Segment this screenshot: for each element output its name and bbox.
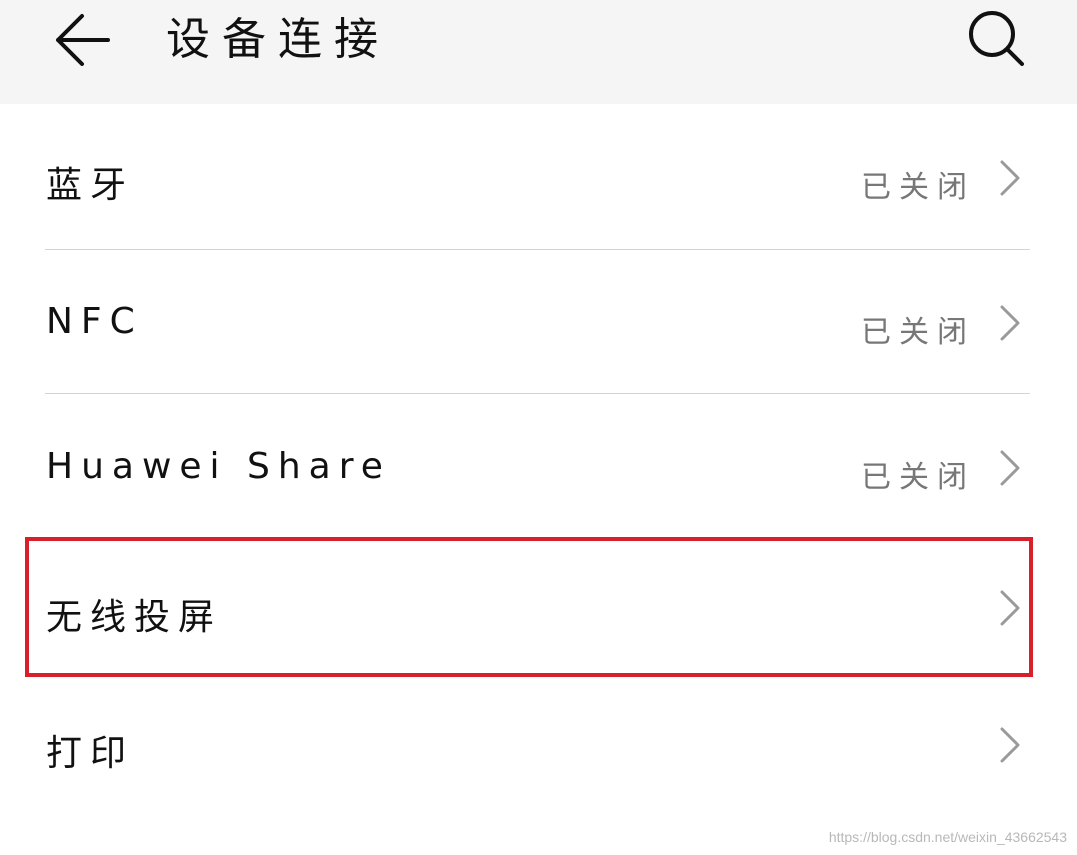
- list-item-status: 已关闭: [861, 460, 975, 495]
- list-item-label: 无线投屏: [46, 597, 223, 638]
- chevron-right-icon: [1000, 450, 1020, 486]
- list-item-label: NFC: [46, 301, 143, 342]
- page-title: 设备连接: [166, 14, 390, 65]
- list-item-label: 打印: [46, 733, 135, 774]
- search-button[interactable]: [958, 0, 1030, 72]
- list-item-huawei-share[interactable]: Huawei Share 已关闭: [0, 394, 1077, 534]
- list-item-status: 已关闭: [861, 315, 975, 350]
- list-item-label: 蓝牙: [46, 165, 135, 206]
- chevron-right-icon: [1000, 590, 1020, 626]
- watermark: https://blog.csdn.net/weixin_43662543: [828, 829, 1067, 845]
- app-header: 设备连接: [0, 0, 1077, 104]
- list-item-bluetooth[interactable]: 蓝牙 已关闭: [0, 104, 1077, 249]
- search-icon: [969, 11, 1024, 66]
- list-item-label: Huawei Share: [46, 446, 391, 487]
- list-item-wireless-projection[interactable]: 无线投屏: [0, 540, 1077, 670]
- list-item-print[interactable]: 打印: [0, 679, 1077, 814]
- list-item-nfc[interactable]: NFC 已关闭: [0, 250, 1077, 393]
- back-button[interactable]: [44, 2, 116, 74]
- chevron-right-icon: [1000, 305, 1020, 341]
- chevron-right-icon: [1000, 727, 1020, 763]
- chevron-right-icon: [1000, 160, 1020, 196]
- list-item-status: 已关闭: [861, 170, 975, 205]
- arrow-left-icon: [56, 14, 110, 66]
